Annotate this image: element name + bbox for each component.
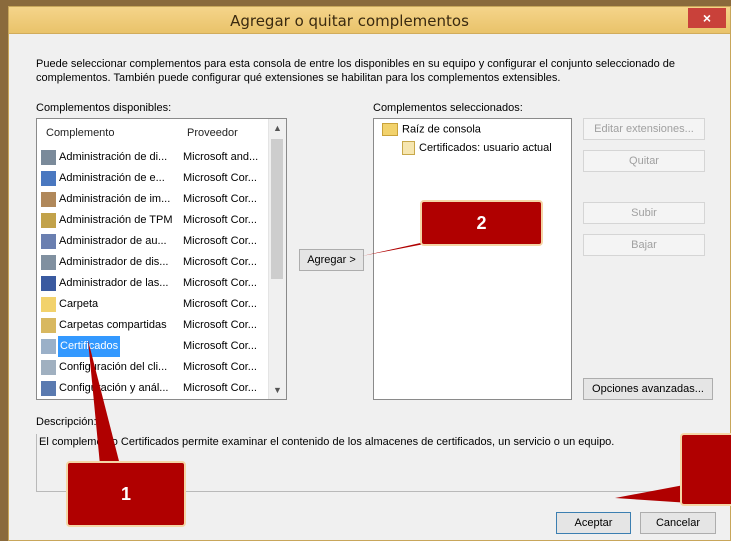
callout-3 (680, 433, 731, 506)
pointer-1 (88, 340, 120, 465)
callout-1: 1 (66, 461, 186, 527)
pointer-3 (615, 485, 690, 503)
callout-2: 2 (420, 200, 543, 246)
callout-pointers (88, 232, 690, 503)
